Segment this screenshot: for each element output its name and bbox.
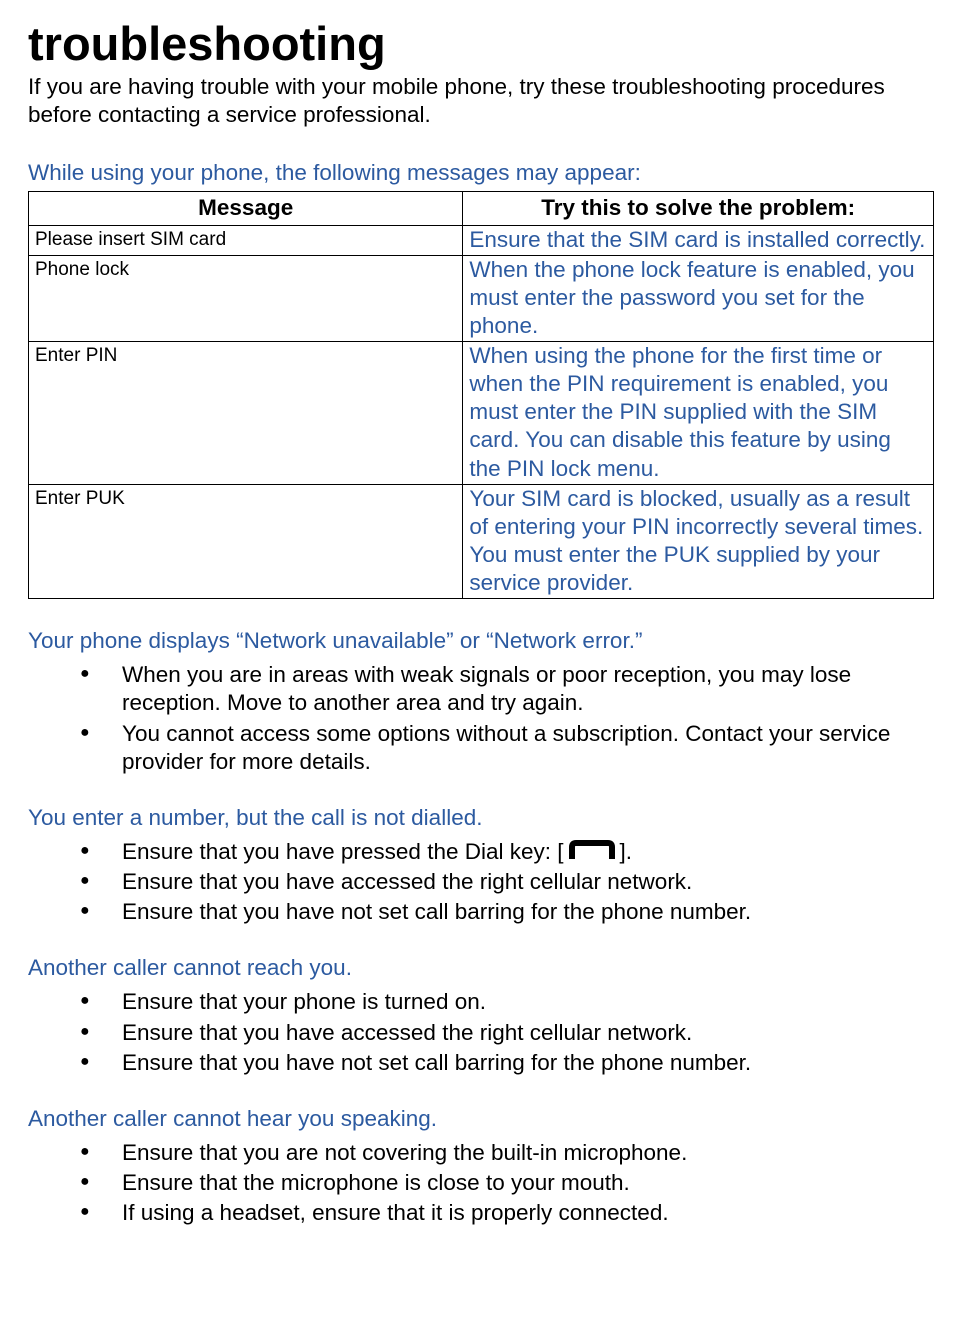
list-item: Ensure that you have accessed the right … [100, 868, 934, 896]
message-cell: Please insert SIM card [29, 225, 463, 255]
fix-cell: Ensure that the SIM card is installed co… [463, 225, 934, 255]
message-cell: Phone lock [29, 255, 463, 341]
list-item: Ensure that you have not set call barrin… [100, 1049, 934, 1077]
message-cell: Enter PUK [29, 484, 463, 599]
dial-text-after: ]. [620, 839, 633, 864]
dial-key-icon [564, 839, 620, 863]
page-title: troubleshooting [28, 20, 934, 67]
list-item: When you are in areas with weak signals … [100, 661, 934, 717]
dial-text-before: Ensure that you have pressed the Dial ke… [122, 839, 564, 864]
bullet-list: When you are in areas with weak signals … [28, 661, 934, 776]
table-section-heading: While using your phone, the following me… [28, 159, 934, 187]
fix-cell: When the phone lock feature is enabled, … [463, 255, 934, 341]
bullet-list: Ensure that your phone is turned on. Ens… [28, 988, 934, 1076]
messages-table: Message Try this to solve the problem: P… [28, 191, 934, 599]
section-heading: Your phone displays “Network unavailable… [28, 627, 934, 655]
table-header-row: Message Try this to solve the problem: [29, 192, 934, 225]
intro-text: If you are having trouble with your mobi… [28, 73, 934, 129]
table-row: Please insert SIM card Ensure that the S… [29, 225, 934, 255]
table-row: Enter PUK Your SIM card is blocked, usua… [29, 484, 934, 599]
list-item: Ensure that the microphone is close to y… [100, 1169, 934, 1197]
list-item: Ensure that you have accessed the right … [100, 1019, 934, 1047]
list-item: Ensure that you are not covering the bui… [100, 1139, 934, 1167]
fix-cell: When using the phone for the first time … [463, 342, 934, 485]
bullet-list: Ensure that you are not covering the bui… [28, 1139, 934, 1227]
message-cell: Enter PIN [29, 342, 463, 485]
section-heading: Another caller cannot reach you. [28, 954, 934, 982]
bullet-list: Ensure that you have pressed the Dial ke… [28, 838, 934, 926]
list-item: If using a headset, ensure that it is pr… [100, 1199, 934, 1227]
table-header-message: Message [29, 192, 463, 225]
table-row: Enter PIN When using the phone for the f… [29, 342, 934, 485]
list-item: You cannot access some options without a… [100, 720, 934, 776]
list-item: Ensure that you have pressed the Dial ke… [100, 838, 934, 866]
fix-cell: Your SIM card is blocked, usually as a r… [463, 484, 934, 599]
section-heading: Another caller cannot hear you speaking. [28, 1105, 934, 1133]
list-item: Ensure that your phone is turned on. [100, 988, 934, 1016]
section-heading: You enter a number, but the call is not … [28, 804, 934, 832]
table-header-fix: Try this to solve the problem: [463, 192, 934, 225]
table-row: Phone lock When the phone lock feature i… [29, 255, 934, 341]
list-item: Ensure that you have not set call barrin… [100, 898, 934, 926]
